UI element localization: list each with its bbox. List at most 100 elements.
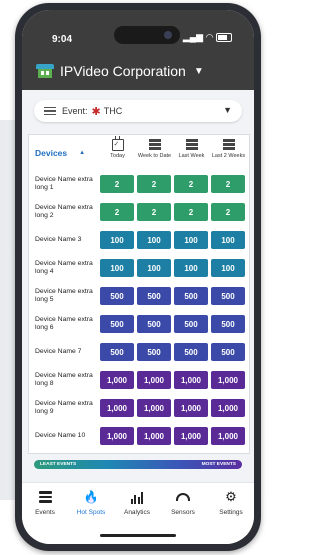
- device-row: Device Name extra long 4 100 100 100 100: [29, 257, 249, 279]
- event-count-cell[interactable]: 2: [137, 203, 171, 221]
- event-count-cell[interactable]: 500: [137, 343, 171, 361]
- cannabis-leaf-icon: ✱: [91, 105, 101, 118]
- column-header-3[interactable]: Last Week: [173, 135, 210, 171]
- devices-header-label: Devices: [35, 148, 68, 158]
- device-name: Device Name extra long 4: [35, 260, 93, 275]
- event-count-cell[interactable]: 1,000: [211, 427, 245, 445]
- filter-sliders-icon: [44, 106, 56, 116]
- device-row: Device Name extra long 9 1,000 1,000 1,000 1…: [29, 397, 249, 419]
- stack-icon: [222, 139, 235, 151]
- event-count-cell[interactable]: 1,000: [137, 427, 171, 445]
- event-count-cell[interactable]: 1,000: [137, 399, 171, 417]
- stack-icon: [148, 139, 161, 151]
- tab-label: Analytics: [123, 509, 150, 516]
- device-name: Device Name extra long 5: [35, 288, 93, 303]
- legend-low-label: LEAST EVENTS: [40, 462, 77, 467]
- list-icon: [37, 489, 53, 505]
- event-count-cell[interactable]: 1,000: [100, 399, 134, 417]
- event-count-cell[interactable]: 100: [100, 231, 134, 249]
- event-count-cell[interactable]: 2: [100, 203, 134, 221]
- event-count-cell[interactable]: 2: [137, 175, 171, 193]
- legend-high-label: MOST EVENTS: [201, 462, 236, 467]
- device-row: Device Name extra long 5 500 500 500 500: [29, 285, 249, 307]
- event-filter-value: THC: [103, 106, 123, 116]
- device-row: Device Name extra long 8 1,000 1,000 1,000 1…: [29, 369, 249, 391]
- device-row: Device Name 3 100 100 100 100: [29, 229, 249, 251]
- signal-icon: ▂▄▆: [182, 32, 204, 42]
- event-count-cell[interactable]: 2: [174, 175, 208, 193]
- event-count-cell[interactable]: 100: [100, 259, 134, 277]
- event-count-cell[interactable]: 500: [100, 287, 134, 305]
- event-count-cell[interactable]: 100: [174, 231, 208, 249]
- event-count-cell[interactable]: 100: [174, 259, 208, 277]
- column-header-4[interactable]: Last 2 Weeks: [210, 135, 247, 171]
- event-count-cell[interactable]: 500: [174, 343, 208, 361]
- app-top-bar: 9:04 ▂▄▆ ◠ IPVideo Corporation ▼: [22, 10, 254, 90]
- device-name: Device Name extra long 1: [35, 176, 93, 191]
- device-row: Device Name extra long 6 500 500 500 500: [29, 313, 249, 335]
- device-name: Device Name extra long 6: [35, 316, 93, 331]
- event-count-cell[interactable]: 1,000: [211, 371, 245, 389]
- device-name: Device Name 3: [35, 236, 82, 243]
- organization-selector[interactable]: IPVideo Corporation ▼: [36, 60, 240, 82]
- event-count-cell[interactable]: 1,000: [100, 371, 134, 389]
- event-count-cell[interactable]: 100: [211, 259, 245, 277]
- camera-icon: [164, 31, 172, 39]
- calendar-check-icon: [111, 136, 124, 151]
- flame-icon: 🔥: [83, 490, 99, 504]
- status-icons: ▂▄▆ ◠: [183, 32, 232, 43]
- column-header-2[interactable]: Week to Date: [136, 135, 173, 171]
- event-count-cell[interactable]: 100: [137, 259, 171, 277]
- tab-label: Events: [35, 509, 55, 516]
- event-count-cell[interactable]: 100: [137, 231, 171, 249]
- home-indicator: [100, 534, 176, 537]
- event-count-cell[interactable]: 500: [211, 315, 245, 333]
- app-title: IPVideo Corporation: [60, 63, 186, 79]
- event-filter-dropdown[interactable]: Event: ✱ THC ▼: [34, 100, 242, 122]
- column-header-label: Last Week: [178, 153, 205, 159]
- event-count-cell[interactable]: 1,000: [100, 427, 134, 445]
- device-row: Device Name 10 1,000 1,000 1,000 1,000: [29, 425, 249, 447]
- column-header-label: Week to Date: [137, 153, 172, 159]
- tab-hot-spots[interactable]: 🔥 Hot Spots: [68, 489, 114, 529]
- event-count-cell[interactable]: 1,000: [174, 427, 208, 445]
- tab-settings[interactable]: ⚙ Settings: [208, 489, 254, 529]
- stack-icon: [185, 139, 198, 151]
- event-count-cell[interactable]: 1,000: [211, 399, 245, 417]
- event-count-cell[interactable]: 2: [211, 203, 245, 221]
- event-count-cell[interactable]: 500: [137, 315, 171, 333]
- column-header-label: Last 2 Weeks: [211, 153, 246, 159]
- analytics-icon: [129, 489, 145, 505]
- event-count-cell[interactable]: 500: [211, 287, 245, 305]
- column-header-label: Today: [110, 153, 125, 159]
- gear-icon: ⚙: [225, 489, 237, 504]
- event-count-cell[interactable]: 2: [174, 203, 208, 221]
- phone-frame: 9:04 ▂▄▆ ◠ IPVideo Corporation ▼ Event: …: [15, 3, 261, 551]
- tab-analytics[interactable]: Analytics: [114, 489, 160, 529]
- event-count-cell[interactable]: 2: [100, 175, 134, 193]
- tab-events[interactable]: Events: [22, 489, 68, 529]
- device-name: Device Name 7: [35, 348, 82, 355]
- device-name: Device Name extra long 9: [35, 400, 93, 415]
- event-count-cell[interactable]: 500: [137, 287, 171, 305]
- tab-label: Sensors: [171, 509, 195, 516]
- event-count-cell[interactable]: 2: [211, 175, 245, 193]
- tab-label: Hot Spots: [76, 509, 106, 516]
- device-name: Device Name 10: [35, 432, 86, 439]
- device-row: Device Name extra long 22222: [29, 201, 249, 223]
- tab-sensors[interactable]: Sensors: [160, 489, 206, 529]
- event-count-cell[interactable]: 500: [174, 287, 208, 305]
- column-header-1[interactable]: Today: [99, 135, 136, 171]
- event-count-cell[interactable]: 100: [211, 231, 245, 249]
- event-count-cell[interactable]: 1,000: [174, 399, 208, 417]
- event-count-cell[interactable]: 500: [211, 343, 245, 361]
- device-row: Device Name extra long 12222: [29, 173, 249, 195]
- event-count-cell[interactable]: 1,000: [137, 371, 171, 389]
- event-count-cell[interactable]: 500: [100, 343, 134, 361]
- event-count-cell[interactable]: 1,000: [174, 371, 208, 389]
- chevron-down-icon: ▼: [223, 105, 232, 115]
- chevron-down-icon: ▼: [193, 65, 204, 77]
- devices-column-header[interactable]: Devices ▲: [29, 135, 97, 171]
- event-count-cell[interactable]: 500: [174, 315, 208, 333]
- event-count-cell[interactable]: 500: [100, 315, 134, 333]
